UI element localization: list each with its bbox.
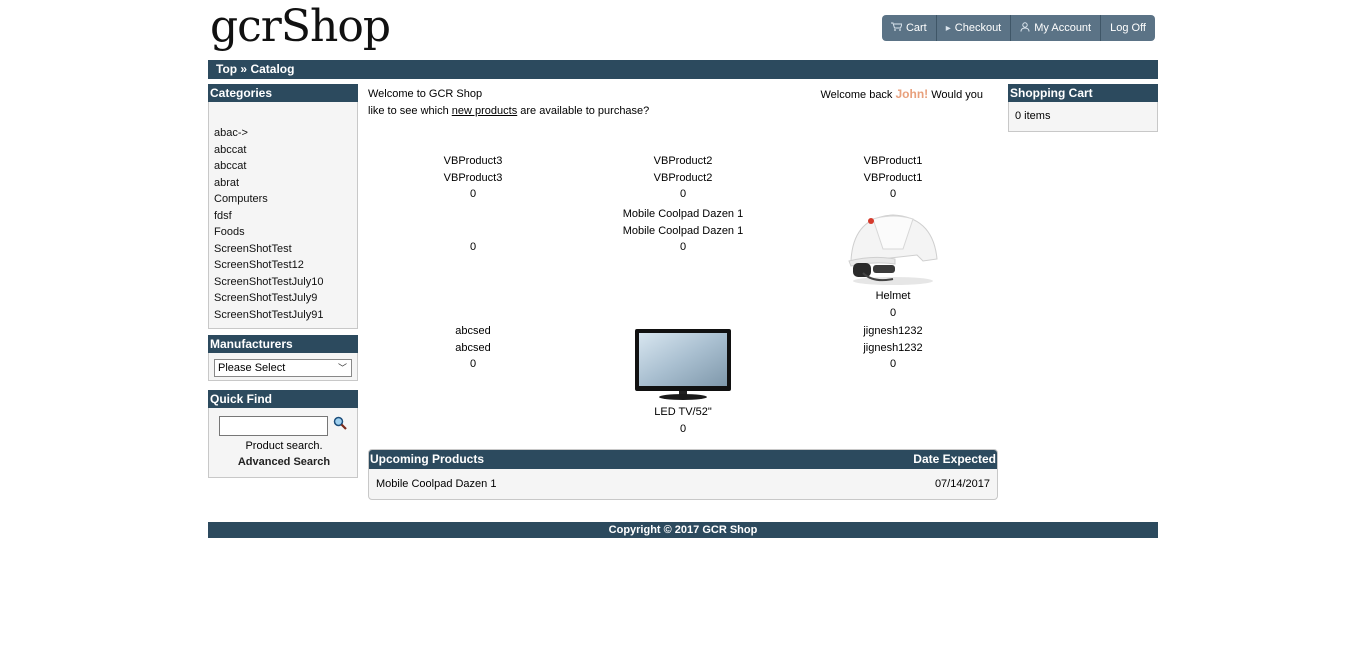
manufacturers-body: Please Select ﹀	[208, 353, 358, 381]
product-model: VBProduct2	[653, 171, 713, 184]
shopping-cart-title[interactable]: Shopping Cart	[1008, 84, 1158, 102]
product-cell[interactable]: Mobile Coolpad Dazen 1 Mobile Coolpad Da…	[578, 206, 788, 256]
cart-icon	[890, 22, 903, 34]
product-name[interactable]: Helmet	[788, 288, 998, 305]
category-item[interactable]: ScreenShotTestJuly10	[214, 274, 357, 291]
search-input[interactable]	[219, 416, 328, 436]
checkout-label: Checkout	[954, 22, 1002, 34]
checkout-button[interactable]: ▸ Checkout	[935, 15, 1011, 41]
product-model: abcsed	[455, 341, 491, 354]
category-item[interactable]: abac->	[214, 125, 357, 142]
my-account-button[interactable]: My Account	[1010, 15, 1100, 41]
search-icon[interactable]	[333, 416, 347, 430]
triangle-right-icon: ▸	[945, 22, 951, 34]
manufacturer-select[interactable]: Please Select ﹀	[214, 359, 352, 377]
product-name[interactable]: LED TV/52"	[578, 404, 788, 421]
product-name[interactable]: jignesh1232	[788, 323, 998, 340]
category-item[interactable]: Computers	[214, 191, 357, 208]
quick-find-body: Product search. Advanced Search	[208, 408, 358, 478]
product-price: 0	[889, 358, 897, 371]
user-name: John!	[895, 87, 929, 101]
product-price: 0	[889, 306, 897, 319]
helmet-image[interactable]	[843, 209, 943, 287]
tv-image[interactable]	[633, 327, 733, 403]
my-account-label: My Account	[1034, 22, 1092, 34]
cart-label: Cart	[905, 22, 927, 34]
category-item[interactable]: abccat	[214, 142, 357, 159]
welcome-line2-prefix: like to see which	[368, 105, 452, 117]
categories-box: Categories abac-> abccat abccat abrat Co…	[208, 84, 358, 329]
user-icon	[1020, 21, 1030, 35]
manufacturer-selected: Please Select	[218, 362, 286, 374]
category-item[interactable]: ScreenShotTestJuly91	[214, 307, 357, 324]
log-off-button[interactable]: Log Off	[1100, 15, 1155, 41]
breadcrumb-text[interactable]: Top » Catalog	[216, 62, 294, 76]
product-name[interactable]: VBProduct3	[368, 153, 578, 170]
categories-title: Categories	[208, 84, 358, 102]
site-logo[interactable]: gcrShop	[210, 2, 391, 52]
product-price: 0	[469, 358, 477, 371]
product-cell[interactable]: abcsed abcsed 0	[368, 323, 578, 373]
page: gcrShop Cart ▸ Checkout My Account Log O…	[208, 0, 1158, 659]
product-cell[interactable]: LED TV/52" 0	[578, 327, 788, 437]
shopping-cart-summary: 0 items	[1008, 102, 1158, 132]
chevron-down-icon: ﹀	[337, 363, 347, 373]
table-row: Mobile Coolpad Dazen 1 07/14/2017	[369, 469, 997, 499]
product-price: 0	[679, 241, 687, 254]
date-expected-header: Date Expected	[913, 452, 996, 466]
product-cell[interactable]: VBProduct2 VBProduct2 0	[578, 153, 788, 203]
advanced-search-link[interactable]: Advanced Search	[209, 456, 359, 468]
welcome-back-prefix: Welcome back	[820, 89, 896, 101]
product-price: 0	[679, 188, 687, 201]
footer: Copyright © 2017 GCR Shop	[208, 522, 1158, 538]
welcome-back: Welcome back John! Would you	[821, 86, 984, 104]
product-price: 0	[469, 241, 477, 253]
category-item[interactable]: ScreenShotTest	[214, 241, 357, 258]
search-hint: Product search.	[245, 440, 323, 452]
log-off-label: Log Off	[1110, 22, 1146, 34]
product-price: 0	[679, 422, 687, 435]
upcoming-header: Upcoming Products Date Expected	[369, 450, 997, 469]
welcome-back-suffix: Would you	[928, 89, 983, 101]
new-products-link[interactable]: new products	[452, 105, 517, 117]
product-cell[interactable]: jignesh1232 jignesh1232 0	[788, 323, 998, 373]
product-price: 0	[469, 188, 477, 201]
shopping-cart-box: Shopping Cart 0 items	[1008, 84, 1158, 132]
welcome-text: Welcome to GCR Shop Welcome back John! W…	[368, 86, 988, 120]
upcoming-products-table: Upcoming Products Date Expected Mobile C…	[368, 449, 998, 500]
category-item[interactable]: fdsf	[214, 208, 357, 225]
product-model: VBProduct1	[863, 171, 923, 184]
quick-find-box: Quick Find Product search. Advanced Sear…	[208, 390, 358, 478]
welcome-line2: like to see which new products are avail…	[368, 103, 988, 120]
product-cell[interactable]: VBProduct1 VBProduct1 0	[788, 153, 998, 203]
product-name[interactable]: VBProduct2	[578, 153, 788, 170]
product-price: 0	[889, 188, 897, 201]
product-cell[interactable]: Helmet 0	[788, 209, 998, 321]
product-name[interactable]: abcsed	[368, 323, 578, 340]
quick-find-title: Quick Find	[208, 390, 358, 408]
manufacturers-box: Manufacturers Please Select ﹀	[208, 335, 358, 381]
categories-list: abac-> abccat abccat abrat Computers fds…	[208, 102, 358, 329]
category-item[interactable]: abccat	[214, 158, 357, 175]
product-cell[interactable]: 0	[368, 239, 578, 256]
category-item[interactable]: Foods	[214, 224, 357, 241]
upcoming-product-date: 07/14/2017	[934, 478, 990, 490]
upcoming-product-name[interactable]: Mobile Coolpad Dazen 1	[376, 478, 496, 490]
product-model: VBProduct3	[443, 171, 503, 184]
manufacturers-title: Manufacturers	[208, 335, 358, 353]
cart-button[interactable]: Cart	[882, 15, 936, 41]
product-name[interactable]: VBProduct1	[788, 153, 998, 170]
category-item[interactable]: abrat	[214, 175, 357, 192]
top-nav: Cart ▸ Checkout My Account Log Off	[881, 15, 1155, 41]
upcoming-title: Upcoming Products	[370, 452, 485, 466]
product-cell[interactable]: VBProduct3 VBProduct3 0	[368, 153, 578, 203]
category-item[interactable]: ScreenShotTestJuly9	[214, 290, 357, 307]
welcome-line2-suffix: are available to purchase?	[517, 105, 650, 117]
category-item[interactable]: ScreenShotTest12	[214, 257, 357, 274]
breadcrumb: Top » Catalog	[208, 60, 1158, 79]
product-model: jignesh1232	[863, 341, 923, 354]
product-model: Mobile Coolpad Dazen 1	[622, 224, 744, 237]
product-name[interactable]: Mobile Coolpad Dazen 1	[578, 206, 788, 223]
